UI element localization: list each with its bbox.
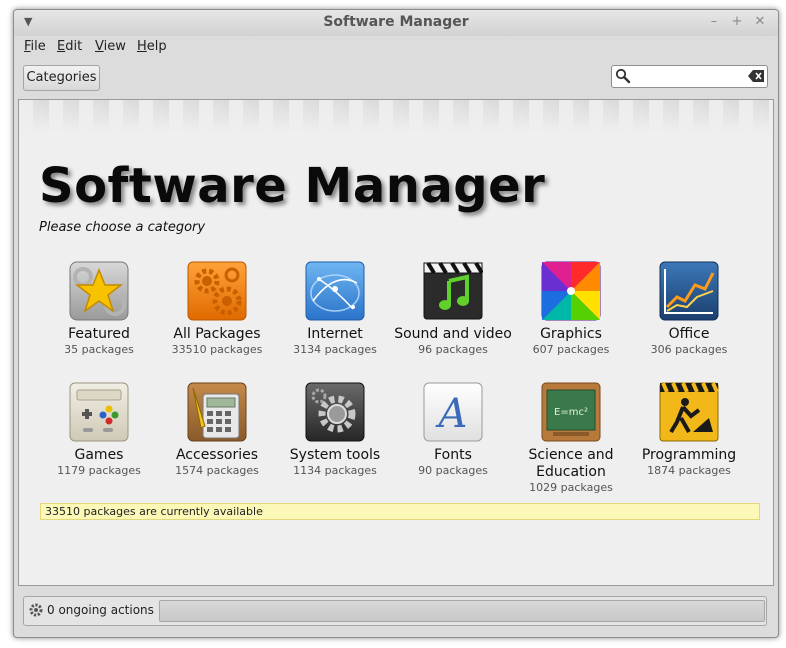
category-office[interactable]: Office 306 packages [630, 261, 748, 357]
menu-edit-mnemonic: E [57, 39, 66, 54]
construction-sign-icon [659, 382, 719, 442]
menu-edit[interactable]: Edit [57, 39, 82, 54]
category-programming[interactable]: Programming 1874 packages [630, 382, 748, 478]
window-title: Software Manager [323, 14, 469, 30]
system-gear-icon [305, 382, 365, 442]
menu-edit-label: dit [65, 39, 83, 54]
page-subtitle: Please choose a category [39, 220, 206, 235]
menu-view-mnemonic: V [95, 39, 104, 54]
gears-icon [187, 261, 247, 321]
category-name: Sound and video [394, 326, 512, 342]
category-name: Featured [68, 326, 130, 342]
category-count: 607 packages [532, 343, 610, 356]
category-count: 1029 packages [529, 481, 613, 494]
status-text: 0 ongoing actions [47, 603, 154, 617]
title-bar: ▼ Software Manager – + ✕ [14, 10, 778, 36]
category-name: Science and Education [528, 447, 614, 480]
category-sound-and-video[interactable]: Sound and video 96 packages [394, 261, 512, 357]
category-count: 1179 packages [57, 464, 141, 477]
category-name: System tools [289, 447, 381, 463]
category-count: 35 packages [64, 343, 134, 356]
progress-bar [159, 600, 765, 622]
category-name: Games [74, 447, 124, 463]
search-box[interactable] [611, 65, 768, 88]
category-system-tools[interactable]: System tools 1134 packages [276, 382, 394, 478]
menu-view[interactable]: View [95, 39, 126, 54]
svg-text:E=mc²: E=mc² [554, 407, 588, 418]
menu-file-label: ile [30, 39, 46, 54]
gear-icon [29, 603, 43, 617]
page-title: Software Manager [39, 158, 546, 214]
category-name: Accessories [175, 447, 259, 463]
category-internet[interactable]: Internet 3134 packages [276, 261, 394, 357]
maximize-button[interactable]: + [728, 13, 746, 31]
category-all-packages[interactable]: All Packages 33510 packages [158, 261, 276, 357]
category-accessories[interactable]: Accessories 1574 packages [158, 382, 276, 478]
chart-icon [659, 261, 719, 321]
search-icon [615, 68, 631, 84]
category-games[interactable]: Games 1179 packages [40, 382, 158, 478]
category-science-and-education[interactable]: E=mc² Science and Education 1029 package… [512, 382, 630, 495]
category-count: 3134 packages [293, 343, 377, 356]
clapperboard-music-icon [423, 261, 484, 320]
category-name: Graphics [540, 326, 602, 342]
main-content: Software Manager Please choose a categor… [18, 99, 774, 586]
menu-view-label: iew [103, 39, 126, 54]
category-name: Programming [641, 447, 737, 463]
menu-help[interactable]: Help [137, 39, 167, 54]
header-stripes [19, 100, 773, 132]
font-icon: A [423, 382, 483, 442]
category-count: 90 packages [418, 464, 488, 477]
category-count: 1134 packages [293, 464, 377, 477]
category-count: 33510 packages [171, 343, 263, 356]
info-bar: 33510 packages are currently available [40, 503, 760, 520]
menu-help-mnemonic: H [137, 39, 147, 54]
color-wheel-icon [541, 261, 601, 321]
software-manager-window: ▼ Software Manager – + ✕ File Edit View … [13, 9, 779, 638]
status-bar: 0 ongoing actions [23, 596, 767, 626]
star-icon [69, 261, 129, 321]
category-featured[interactable]: Featured 35 packages [40, 261, 158, 357]
category-graphics[interactable]: Graphics 607 packages [512, 261, 630, 357]
category-count: 96 packages [418, 343, 488, 356]
calculator-icon [187, 382, 247, 442]
gamepad-icon [69, 382, 129, 442]
category-name: All Packages [173, 326, 261, 342]
category-name: Office [668, 326, 710, 342]
category-fonts[interactable]: A Fonts 90 packages [394, 382, 512, 478]
category-count: 1874 packages [647, 464, 731, 477]
close-button[interactable]: ✕ [751, 13, 769, 31]
menu-bar: File Edit View Help [14, 36, 778, 58]
minimize-button[interactable]: – [705, 13, 723, 31]
svg-text:A: A [435, 391, 468, 437]
category-count: 1574 packages [175, 464, 259, 477]
globe-network-icon [305, 261, 365, 321]
categories-button[interactable]: Categories [23, 65, 100, 91]
clear-search-icon[interactable] [748, 70, 764, 82]
chalkboard-icon: E=mc² [541, 382, 601, 442]
search-input[interactable] [634, 68, 743, 85]
menu-help-label: elp [146, 39, 167, 54]
category-name: Internet [307, 326, 363, 342]
category-name: Fonts [434, 447, 472, 463]
category-count: 306 packages [650, 343, 728, 356]
menu-file[interactable]: File [24, 39, 46, 54]
